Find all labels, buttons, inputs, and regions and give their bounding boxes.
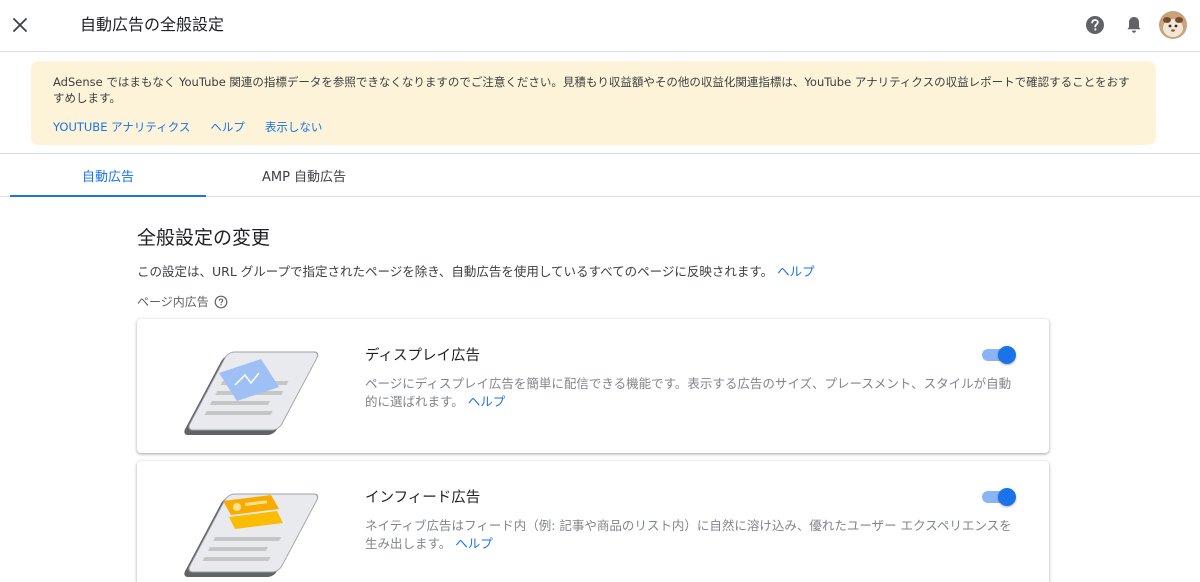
- question-circle-icon[interactable]: [214, 295, 228, 309]
- page-title: 自動広告の全般設定: [80, 15, 225, 34]
- youtube-analytics-link[interactable]: YOUTUBE アナリティクス: [53, 119, 190, 135]
- notifications-button[interactable]: [1123, 14, 1145, 36]
- display-ads-description: ページにディスプレイ広告を簡単に配信できる機能です。表示する広告のサイズ、プレー…: [365, 375, 1015, 411]
- toggle-thumb: [998, 488, 1016, 506]
- infeed-ads-title: インフィード広告: [365, 490, 481, 506]
- avatar-icon: [1159, 11, 1187, 39]
- banner-help-link[interactable]: ヘルプ: [210, 119, 245, 135]
- help-icon: [1086, 16, 1104, 34]
- section-help-link[interactable]: ヘルプ: [777, 264, 815, 279]
- close-button[interactable]: [6, 11, 34, 39]
- display-ads-title: ディスプレイ広告: [365, 348, 480, 364]
- infeed-ads-help-link[interactable]: ヘルプ: [455, 536, 493, 551]
- top-app-bar: 自動広告の全般設定: [0, 0, 1200, 52]
- infeed-ads-description: ネイティブ広告はフィード内（例: 記事や商品のリスト内）に自然に溶け込み、優れた…: [365, 517, 1015, 553]
- in-page-ads-heading: ページ内広告: [137, 294, 228, 310]
- bell-icon: [1127, 17, 1141, 33]
- help-button[interactable]: [1084, 14, 1106, 36]
- section-title: 全般設定の変更: [137, 227, 271, 249]
- section-description-text: この設定は、URL グループで指定されたページを除き、自動広告を使用しているすべ…: [137, 264, 774, 279]
- infeed-ads-card: インフィード広告 ネイティブ広告はフィード内（例: 記事や商品のリスト内）に自然…: [137, 461, 1049, 582]
- in-page-ads-label: ページ内広告: [137, 295, 209, 309]
- notice-banner: AdSense ではまもなく YouTube 関連の指標データを参照できなくなり…: [31, 61, 1156, 145]
- display-ads-card: ディスプレイ広告 ページにディスプレイ広告を簡単に配信できる機能です。表示する広…: [137, 319, 1049, 453]
- banner-message: AdSense ではまもなく YouTube 関連の指標データを参照できなくなり…: [53, 75, 1130, 105]
- account-avatar[interactable]: [1159, 11, 1187, 39]
- display-ads-toggle[interactable]: [982, 346, 1016, 364]
- section-description: この設定は、URL グループで指定されたページを除き、自動広告を使用しているすべ…: [137, 263, 815, 281]
- banner-actions: YOUTUBE アナリティクス ヘルプ 表示しない: [53, 119, 322, 135]
- infeed-ads-toggle[interactable]: [982, 488, 1016, 506]
- dismiss-banner-link[interactable]: 表示しない: [265, 119, 323, 135]
- toggle-thumb: [998, 346, 1016, 364]
- infeed-ad-illustration-icon: [184, 493, 319, 577]
- close-icon: [13, 18, 27, 32]
- tab-auto-ads[interactable]: 自動広告: [10, 154, 206, 197]
- display-ads-help-link[interactable]: ヘルプ: [468, 394, 506, 409]
- tab-amp-auto-ads[interactable]: AMP 自動広告: [206, 154, 402, 196]
- display-ad-illustration-icon: [184, 351, 319, 435]
- display-ads-description-text: ページにディスプレイ広告を簡単に配信できる機能です。表示する広告のサイズ、プレー…: [365, 376, 1012, 409]
- tab-bar: 自動広告 AMP 自動広告: [0, 154, 1200, 197]
